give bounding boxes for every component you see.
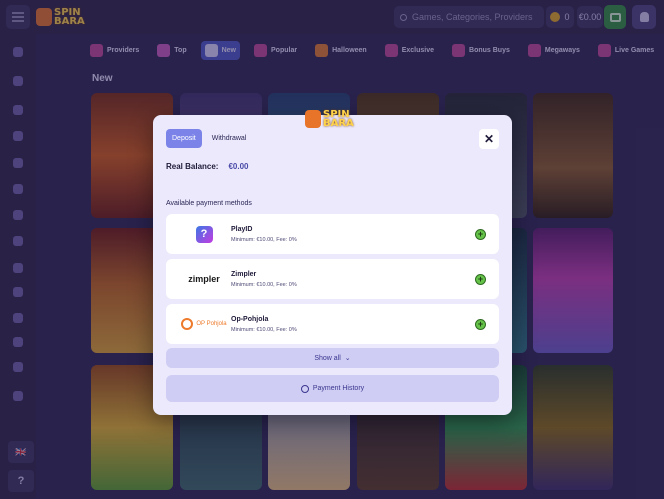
payment-method-op-pohjola[interactable]: OP Pohjola Op-Pohjola Minimum: €10.00, F… [166,304,499,344]
add-icon[interactable]: + [475,274,486,285]
playid-icon: ? [195,225,213,243]
history-icon [300,384,309,393]
methods-title: Available payment methods [166,200,252,207]
close-button[interactable]: ✕ [479,129,499,149]
method-meta: Minimum: €10.00, Fee: 0% [231,282,297,288]
method-name: PlayID [231,226,253,233]
zimpler-logo: zimpler [176,267,232,291]
tab-withdrawal[interactable]: Withdrawal [206,129,253,148]
add-icon[interactable]: + [475,229,486,240]
tab-deposit[interactable]: Deposit [166,129,202,148]
op-logo-text: OP Pohjola [196,321,227,327]
playid-logo: ? [176,222,232,246]
method-meta: Minimum: €10.00, Fee: 0% [231,327,297,333]
payment-tabs: Deposit Withdrawal [166,129,252,148]
real-balance: Real Balance: €0.00 [166,162,249,171]
deposit-modal: SPIN BARA Deposit Withdrawal ✕ Real Balan… [153,110,512,415]
payment-history-button[interactable]: Payment History [166,375,499,402]
close-icon: ✕ [483,132,495,146]
op-pohjola-logo: OP Pohjola [176,312,232,336]
balance-label: Real Balance: [166,162,219,171]
zimpler-logo-text: zimpler [188,274,220,284]
payment-method-playid[interactable]: ? PlayID Minimum: €10.00, Fee: 0% + [166,214,499,254]
logo-text-bottom: BARA [323,118,354,129]
modal-logo: SPIN BARA [305,107,361,131]
method-meta: Minimum: €10.00, Fee: 0% [231,237,297,243]
method-name: Zimpler [231,271,257,278]
add-icon[interactable]: + [475,319,486,330]
chevron-down-icon: ⌄ [344,355,351,362]
op-icon [181,318,194,330]
balance-value: €0.00 [228,162,249,171]
capybara-icon [305,110,321,128]
payment-method-zimpler[interactable]: zimpler Zimpler Minimum: €10.00, Fee: 0%… [166,259,499,299]
show-all-label: Show all [314,354,341,362]
show-all-button[interactable]: Show all ⌄ [166,348,499,368]
payment-history-label: Payment History [312,385,365,392]
method-name: Op-Pohjola [231,316,269,323]
